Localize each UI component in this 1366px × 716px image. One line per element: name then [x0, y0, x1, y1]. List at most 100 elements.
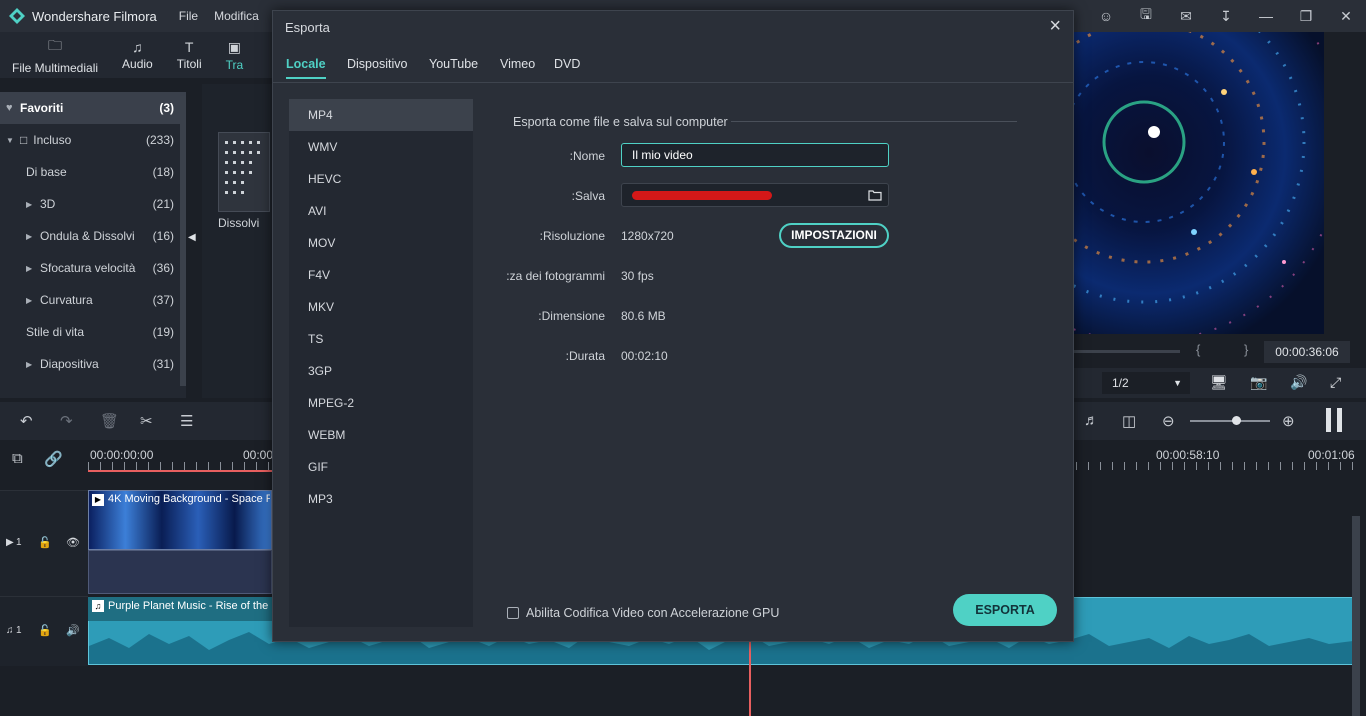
save-path-field[interactable] — [621, 183, 889, 207]
video-track-header: ▶ 1 🔓 👁 — [0, 490, 88, 596]
monitor-icon[interactable]: 🖥 — [1210, 374, 1228, 391]
mail-icon[interactable]: ✉ — [1166, 8, 1206, 25]
sidebar-item-count: (233) — [145, 133, 174, 147]
scissors-icon[interactable]: ✂ — [140, 412, 153, 430]
tab-dvd[interactable]: DVD — [554, 57, 580, 77]
heart-icon: ♥ — [6, 102, 13, 114]
menu-modifica[interactable]: Modifica — [214, 9, 259, 23]
video-preview[interactable] — [1074, 32, 1324, 334]
mark-in-out-icons[interactable]: { } — [1196, 342, 1268, 357]
fit-timeline-icon[interactable]: ◫ — [1122, 412, 1136, 430]
tab-dispositivo[interactable]: Dispositivo — [347, 57, 407, 77]
section-divider — [731, 121, 1017, 122]
adjust-icon[interactable]: ☰ — [180, 412, 193, 430]
sidebar-item-count: (18) — [152, 165, 174, 179]
export-button[interactable]: ESPORTA — [953, 594, 1057, 626]
text-icon: T — [184, 39, 194, 55]
sidebar-item-label: Di base — [26, 165, 67, 179]
delete-icon[interactable]: 🗑 — [100, 412, 119, 430]
sidebar-item-incluso[interactable]: ▼ □ Incluso (233) — [0, 124, 186, 156]
sidebar-scrollbar[interactable] — [180, 96, 186, 386]
gpu-option[interactable]: Abilita Codifica Video con Accelerazione… — [507, 606, 779, 620]
collapse-sidebar-icon[interactable]: ◀ — [188, 232, 196, 243]
sidebar-item-sfocatura[interactable]: ▶ Sfocatura velocità (36) — [0, 252, 186, 284]
name-input[interactable] — [621, 143, 889, 167]
video-track-icon: ▶ — [6, 537, 14, 548]
zoom-in-icon[interactable]: ⊕ — [1282, 412, 1295, 430]
volume-icon[interactable]: 🔊 — [1290, 374, 1307, 391]
tab-media[interactable]: 🗀 File Multimediali — [0, 32, 110, 78]
format-item-mpeg2[interactable]: MPEG-2 — [289, 387, 473, 419]
framerate-value: 30 fps — [621, 269, 654, 283]
lock-icon[interactable]: 🔓 — [38, 536, 52, 549]
tab-transitions[interactable]: ▣ Tra — [214, 32, 256, 78]
pause-icon[interactable] — [1326, 408, 1342, 432]
fullscreen-icon[interactable]: ⤢ — [1330, 374, 1341, 391]
sidebar-item-curvatura[interactable]: ▶ Curvatura (37) — [0, 284, 186, 316]
minimize-icon[interactable]: — — [1246, 8, 1286, 24]
playhead[interactable] — [749, 640, 751, 716]
tab-vimeo[interactable]: Vimeo — [500, 57, 535, 77]
chevron-right-icon[interactable]: ▶ — [26, 296, 40, 305]
export-tabs: Locale Dispositivo YouTube Vimeo DVD — [273, 51, 1073, 83]
tab-locale[interactable]: Locale — [286, 57, 326, 79]
timeline-scrollbar[interactable] — [1352, 516, 1360, 716]
sidebar-item-stile-di-vita[interactable]: Stile di vita (19) — [0, 316, 186, 348]
eye-icon[interactable]: 👁 — [66, 536, 80, 549]
close-icon[interactable]: × — [1049, 15, 1061, 38]
format-item-mp3[interactable]: MP3 — [289, 483, 473, 515]
camera-icon[interactable]: 📷 — [1250, 374, 1267, 391]
speaker-icon[interactable]: 🔊 — [66, 624, 80, 637]
redo-icon[interactable]: ↷ — [60, 412, 73, 430]
user-icon[interactable]: ☺ — [1086, 8, 1126, 24]
ruler-time-3: 00:01:06 — [1308, 448, 1355, 462]
chevron-right-icon[interactable]: ▶ — [26, 360, 40, 369]
gpu-checkbox[interactable] — [507, 607, 519, 619]
tab-titles[interactable]: T Titoli — [165, 32, 214, 78]
sidebar-item-diapositiva[interactable]: ▶ Diapositiva (31) — [0, 348, 186, 380]
playback-quality-select[interactable]: 1/2 ▼ — [1102, 372, 1190, 394]
library-tabs: 🗀 File Multimediali ♫ Audio T Titoli ▣ T… — [0, 32, 272, 78]
format-item-mp4[interactable]: MP4 — [289, 99, 473, 131]
lock-icon[interactable]: 🔓 — [38, 624, 52, 637]
audio-clip-title: ♫ Purple Planet Music - Rise of the Sup — [92, 600, 270, 612]
playback-quality-value: 1/2 — [1112, 376, 1129, 390]
folder-icon[interactable] — [868, 188, 882, 202]
save-icon[interactable]: 🖫 — [1126, 4, 1166, 28]
zoom-slider-handle[interactable] — [1232, 416, 1241, 425]
zoom-slider-track[interactable] — [1190, 420, 1270, 422]
transition-thumbnail-label: Dissolvi — [218, 216, 260, 230]
tab-audio[interactable]: ♫ Audio — [110, 32, 165, 78]
add-track-icon[interactable]: ⧉ — [12, 450, 23, 467]
sidebar-item-di-base[interactable]: Di base (18) — [0, 156, 186, 188]
transition-thumbnail[interactable] — [218, 132, 270, 212]
sidebar-item-3d[interactable]: ▶ 3D (21) — [0, 188, 186, 220]
download-icon[interactable]: ↧ — [1206, 8, 1246, 25]
sidebar-item-label: Curvatura — [40, 293, 93, 307]
sidebar-item-favoriti[interactable]: ♥ Favoriti (3) — [0, 92, 186, 124]
chevron-right-icon[interactable]: ▶ — [26, 200, 40, 209]
sidebar-item-count: (19) — [152, 325, 174, 339]
ruler-time-1: 00:00 — [243, 448, 274, 462]
zoom-out-icon[interactable]: ⊖ — [1162, 412, 1175, 430]
tab-youtube[interactable]: YouTube — [429, 57, 478, 77]
sidebar-item-ondula[interactable]: ▶ Ondula & Dissolvi (16) — [0, 220, 186, 252]
preview-scrub-bar[interactable] — [1074, 350, 1180, 353]
menu-file[interactable]: File — [179, 9, 198, 23]
chevron-right-icon[interactable]: ▶ — [26, 264, 40, 273]
audio-mixer-icon[interactable]: ♬ — [1084, 412, 1099, 429]
video-clip-icon: ▶ — [92, 494, 104, 506]
settings-button[interactable]: IMPOSTAZIONI — [779, 223, 889, 248]
format-item-webm[interactable]: WEBM — [289, 419, 473, 451]
chevron-down-icon[interactable]: ▼ — [6, 136, 20, 145]
restore-icon[interactable]: ❐ — [1286, 8, 1326, 25]
close-icon[interactable]: ✕ — [1326, 8, 1366, 25]
chevron-down-icon: ▼ — [1173, 378, 1182, 388]
chevron-right-icon[interactable]: ▶ — [26, 232, 40, 241]
sidebar-item-label: Sfocatura velocità — [40, 261, 136, 275]
video-clip-title: ▶ 4K Moving Background - Space Po — [92, 493, 270, 506]
undo-icon[interactable]: ↶ — [20, 412, 33, 430]
format-item-gif[interactable]: GIF — [289, 451, 473, 483]
link-icon[interactable]: 🔗 — [44, 450, 63, 468]
video-clip-strip[interactable] — [88, 550, 272, 594]
